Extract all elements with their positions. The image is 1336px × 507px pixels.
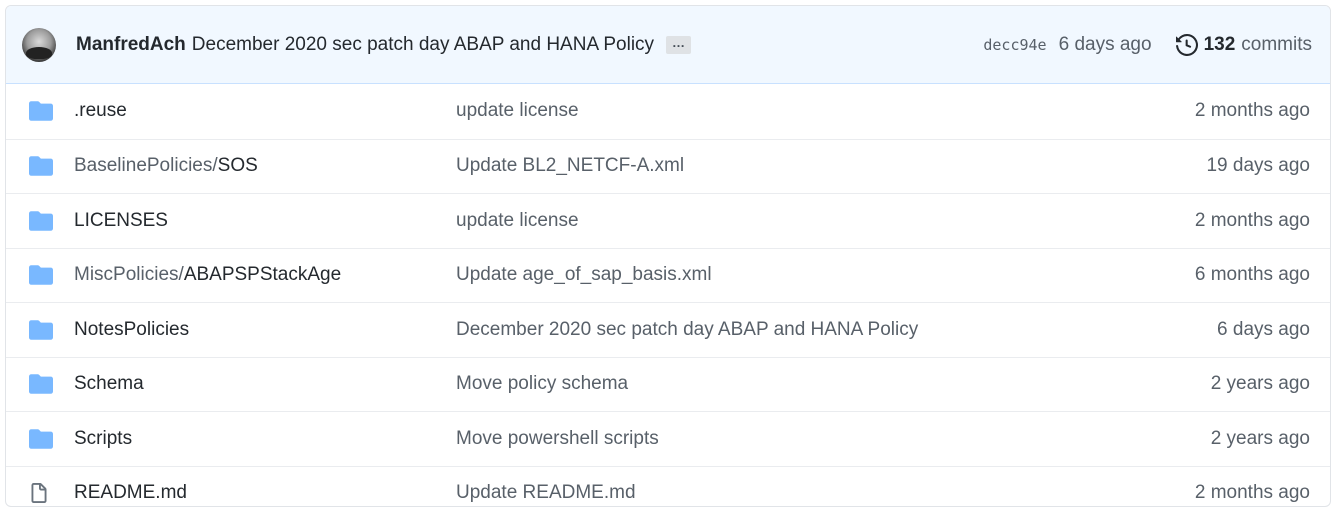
- file-commit-message-link[interactable]: update license: [456, 210, 1090, 232]
- folder-icon: [29, 211, 53, 231]
- file-commit-date: 6 days ago: [1090, 319, 1330, 341]
- file-row-icon: [6, 211, 74, 231]
- file-name-link[interactable]: BaselinePolicies/SOS: [74, 155, 456, 177]
- folder-icon: [29, 429, 53, 449]
- author-avatar[interactable]: [22, 28, 56, 62]
- file-row-icon: [6, 482, 74, 504]
- file-row: NotesPolicies December 2020 sec patch day…: [6, 302, 1330, 357]
- file-row: .reuse update license2 months ago: [6, 84, 1330, 139]
- file-row-icon: [6, 101, 74, 121]
- file-name: SOS: [218, 155, 258, 176]
- file-list: ManfredAch December 2020 sec patch day A…: [5, 5, 1331, 507]
- file-name-link[interactable]: MiscPolicies/ABAPSPStackAge: [74, 264, 456, 286]
- file-commit-date: 2 years ago: [1090, 373, 1330, 395]
- file-row: LICENSES update license2 months ago: [6, 193, 1330, 248]
- history-icon: [1176, 34, 1198, 56]
- file-name-link[interactable]: NotesPolicies: [74, 319, 456, 341]
- file-name: LICENSES: [74, 210, 168, 231]
- file-row-icon: [6, 429, 74, 449]
- file-name: Scripts: [74, 428, 132, 449]
- file-name: ABAPSPStackAge: [184, 264, 341, 285]
- folder-icon: [29, 320, 53, 340]
- file-name-link[interactable]: README.md: [74, 482, 456, 504]
- file-row-icon: [6, 374, 74, 394]
- file-commit-date: 2 years ago: [1090, 428, 1330, 450]
- file-row-icon: [6, 320, 74, 340]
- file-row: BaselinePolicies/SOSUpdate BL2_NETCF-A.x…: [6, 139, 1330, 194]
- file-commit-message-link[interactable]: Update README.md: [456, 482, 1090, 504]
- file-commit-message-link[interactable]: update license: [456, 100, 1090, 122]
- latest-commit-bar: ManfredAch December 2020 sec patch day A…: [6, 6, 1330, 84]
- commit-history-link[interactable]: 132 commits: [1176, 34, 1312, 56]
- file-name: NotesPolicies: [74, 319, 189, 340]
- file-row-icon: [6, 156, 74, 176]
- file-row: README.md Update README.md2 months ago: [6, 466, 1330, 507]
- file-name-link[interactable]: .reuse: [74, 100, 456, 122]
- file-row-icon: [6, 265, 74, 285]
- file-name-link[interactable]: Schema: [74, 373, 456, 395]
- file-commit-date: 6 months ago: [1090, 264, 1330, 286]
- file-name-link[interactable]: Scripts: [74, 428, 456, 450]
- folder-icon: [29, 265, 53, 285]
- commit-count: 132: [1204, 34, 1236, 56]
- file-dir-prefix: BaselinePolicies/: [74, 155, 218, 176]
- expand-commit-message-button[interactable]: …: [666, 36, 691, 54]
- file-commit-message-link[interactable]: Update BL2_NETCF-A.xml: [456, 155, 1090, 177]
- commit-message-link[interactable]: December 2020 sec patch day ABAP and HAN…: [192, 34, 654, 56]
- commit-author-link[interactable]: ManfredAch: [76, 34, 186, 56]
- commits-label: commits: [1241, 34, 1312, 56]
- file-commit-date: 2 months ago: [1090, 100, 1330, 122]
- file-name-link[interactable]: LICENSES: [74, 210, 456, 232]
- file-name: .reuse: [74, 100, 127, 121]
- file-commit-date: 2 months ago: [1090, 482, 1330, 504]
- folder-icon: [29, 374, 53, 394]
- file-commit-message-link[interactable]: Move policy schema: [456, 373, 1090, 395]
- file-icon: [29, 482, 49, 504]
- file-row: Scripts Move powershell scripts2 years ag…: [6, 411, 1330, 466]
- file-row: Schema Move policy schema2 years ago: [6, 357, 1330, 412]
- file-commit-message-link[interactable]: December 2020 sec patch day ABAP and HAN…: [456, 319, 1090, 341]
- commit-age: 6 days ago: [1059, 34, 1152, 56]
- file-name: Schema: [74, 373, 144, 394]
- file-name: README.md: [74, 482, 187, 503]
- file-commit-date: 2 months ago: [1090, 210, 1330, 232]
- file-commit-date: 19 days ago: [1090, 155, 1330, 177]
- folder-icon: [29, 156, 53, 176]
- folder-icon: [29, 101, 53, 121]
- file-commit-message-link[interactable]: Update age_of_sap_basis.xml: [456, 264, 1090, 286]
- file-rows: .reuseupdate license2 months agoBaseline…: [6, 84, 1330, 507]
- file-row: MiscPolicies/ABAPSPStackAgeUpdate age_of…: [6, 248, 1330, 303]
- file-dir-prefix: MiscPolicies/: [74, 264, 184, 285]
- commit-sha-link[interactable]: decc94e: [983, 36, 1046, 54]
- file-commit-message-link[interactable]: Move powershell scripts: [456, 428, 1090, 450]
